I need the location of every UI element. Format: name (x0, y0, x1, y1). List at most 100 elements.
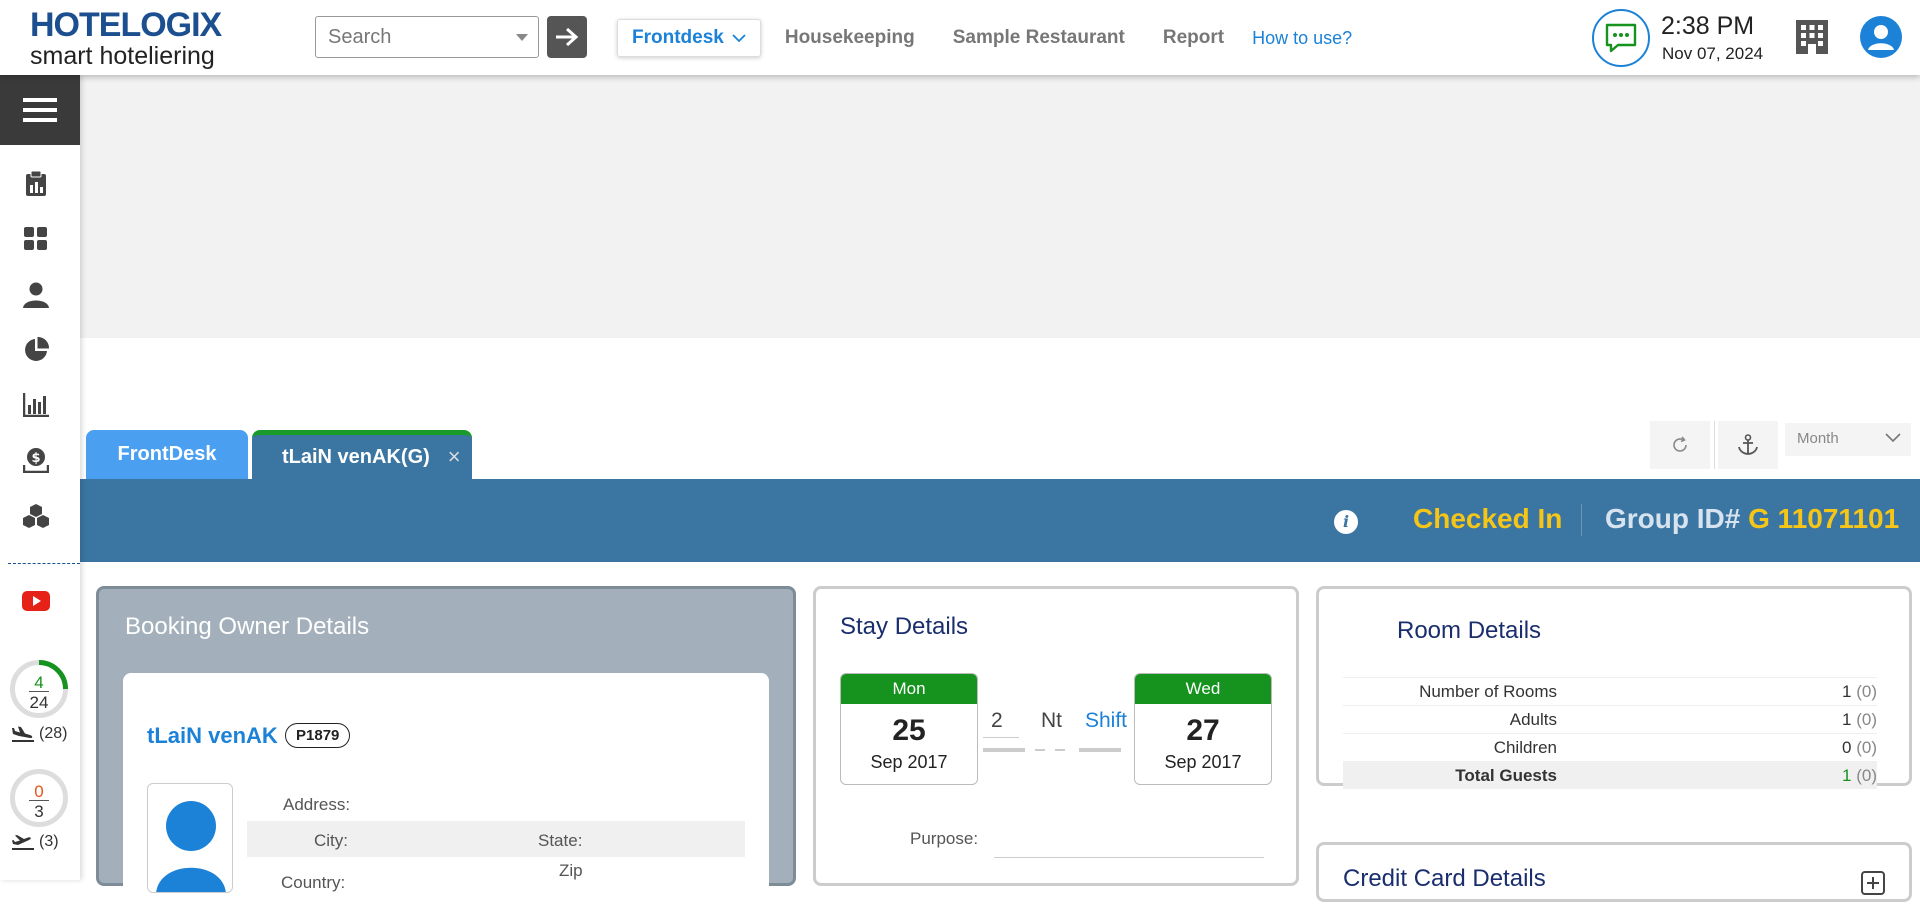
clipboard-icon[interactable] (22, 170, 50, 198)
stay-duration-track (983, 748, 1121, 752)
zip-label: Zip (559, 861, 583, 880)
chat-button[interactable] (1592, 9, 1650, 67)
departures-pending-count: (3) (39, 833, 59, 850)
anchor-icon (1738, 434, 1758, 455)
refresh-button[interactable] (1650, 421, 1710, 469)
nights-count[interactable]: 2 (991, 709, 1003, 733)
owner-avatar (147, 783, 233, 893)
banner-area (80, 75, 1920, 338)
stay-details-card: Stay Details Mon 25 Sep 2017 2 Nt Shift … (813, 586, 1299, 886)
owner-name[interactable]: tLaiN venAK (147, 723, 278, 749)
search-box[interactable] (315, 16, 539, 58)
add-card-icon[interactable] (1861, 871, 1885, 895)
checkout-month: Sep 2017 (1164, 752, 1242, 772)
arrivals-done: 4 (34, 673, 44, 692)
nights-unit: Nt (1041, 709, 1062, 732)
tab-guest-label: tLaiN venAK(G) (282, 445, 430, 468)
logo-brand: HOTELOGIX (30, 6, 222, 44)
credit-card-details-card: Credit Card Details (1316, 842, 1912, 902)
shift-link[interactable]: Shift (1085, 709, 1127, 733)
credit-card-details-title: Credit Card Details (1343, 865, 1546, 892)
checkin-month: Sep 2017 (870, 752, 948, 772)
clock-date: Nov 07, 2024 (1662, 44, 1764, 63)
sidebar-divider (8, 563, 80, 564)
booking-owner-title: Booking Owner Details (125, 613, 370, 640)
avatar-placeholder-icon (156, 801, 226, 892)
booking-status: Checked In (1413, 503, 1563, 534)
nav-report[interactable]: Report (1163, 27, 1224, 49)
logo[interactable]: HOTELOGIX smart hoteliering (30, 6, 222, 69)
menu-toggle-button[interactable] (0, 75, 80, 145)
stay-details-title: Stay Details (840, 613, 969, 640)
main-nav: Frontdesk Housekeeping Sample Restaurant… (617, 19, 1352, 57)
chat-icon (1605, 23, 1637, 53)
purpose-label: Purpose: (910, 829, 979, 848)
period-select-value: Month (1797, 430, 1839, 447)
booking-owner-panel: tLaiN venAK P1879 Address: City: State: … (123, 673, 769, 923)
search-input[interactable] (328, 25, 498, 49)
city-label: City: (314, 831, 348, 850)
checkin-day: 25 (892, 714, 926, 747)
owner-id-badge: P1879 (285, 723, 351, 748)
anchor-button[interactable] (1718, 421, 1778, 469)
arrivals-counter[interactable]: 4 24 (10, 660, 68, 718)
checkin-weekday: Mon (841, 674, 977, 704)
chevron-down-icon (732, 33, 746, 42)
boxes-icon[interactable] (22, 502, 50, 530)
youtube-icon[interactable] (22, 587, 50, 615)
nav-housekeeping[interactable]: Housekeeping (785, 27, 915, 49)
top-header: HOTELOGIX smart hoteliering Frontdesk Ho… (0, 0, 1920, 75)
period-select[interactable]: Month (1785, 423, 1911, 456)
chevron-down-icon (1885, 433, 1901, 443)
how-to-use-link[interactable]: How to use? (1252, 28, 1352, 49)
sidebar: $ 4 24 (28) 0 3 (3) (0, 75, 80, 880)
user-avatar-icon[interactable] (1860, 16, 1902, 58)
group-id-value: G 11071101 (1748, 503, 1900, 534)
refresh-icon (1673, 436, 1687, 452)
state-label: State: (538, 831, 583, 850)
hotel-building-icon[interactable] (1793, 18, 1831, 56)
room-row-adults: Adults 1 (0) (1343, 705, 1877, 733)
nav-restaurant[interactable]: Sample Restaurant (953, 27, 1125, 49)
toolbar-divider (1714, 421, 1715, 469)
nav-frontdesk[interactable]: Frontdesk (617, 19, 761, 57)
plane-takeoff-icon (12, 835, 34, 850)
checkout-date[interactable]: Wed 27 Sep 2017 (1134, 673, 1272, 785)
departures-done: 0 (34, 782, 44, 801)
person-icon[interactable] (22, 281, 50, 309)
money-icon[interactable]: $ (22, 446, 50, 474)
nav-frontdesk-label: Frontdesk (632, 27, 724, 48)
departures-counter[interactable]: 0 3 (10, 769, 68, 827)
menu-icon (23, 98, 57, 122)
status-divider (1581, 504, 1582, 536)
tab-guest[interactable]: tLaiN venAK(G) × (252, 430, 472, 479)
address-label: Address: (283, 795, 351, 814)
arrivals-pending[interactable]: (28) (12, 725, 67, 743)
room-details-card: Room Details Number of Rooms 1 (0) Adult… (1316, 586, 1912, 789)
pie-chart-icon[interactable] (22, 336, 50, 364)
booking-owner-card: Booking Owner Details tLaiN venAK P1879 … (96, 586, 796, 923)
svg-text:$: $ (31, 451, 40, 466)
search-dropdown-caret-icon[interactable] (516, 34, 528, 41)
search-go-button[interactable] (547, 16, 587, 58)
checkin-date[interactable]: Mon 25 Sep 2017 (840, 673, 978, 785)
tab-frontdesk[interactable]: FrontDesk (86, 430, 248, 479)
group-id-label: Group ID# (1605, 503, 1741, 534)
arrow-right-icon (556, 27, 579, 47)
country-label: Country: (281, 873, 346, 892)
room-details-title: Room Details (1397, 617, 1542, 644)
arrivals-total: 24 (29, 693, 49, 712)
departures-total: 3 (34, 802, 44, 821)
info-icon[interactable]: i (1334, 510, 1358, 534)
close-icon[interactable]: × (448, 444, 461, 470)
dashboard-icon[interactable] (22, 225, 50, 253)
arrivals-pending-count: (28) (39, 725, 68, 742)
clock-time: 2:38 PM (1661, 12, 1755, 40)
group-id: Group ID# G 11071101 (1605, 503, 1899, 535)
departures-pending[interactable]: (3) (12, 833, 59, 851)
purpose-field[interactable] (994, 857, 1264, 858)
tab-frontdesk-label: FrontDesk (117, 443, 217, 465)
room-row-total-guests: Total Guests 1 (0) (1343, 761, 1877, 789)
plane-landing-icon (12, 726, 34, 742)
bar-chart-icon[interactable] (22, 391, 50, 419)
